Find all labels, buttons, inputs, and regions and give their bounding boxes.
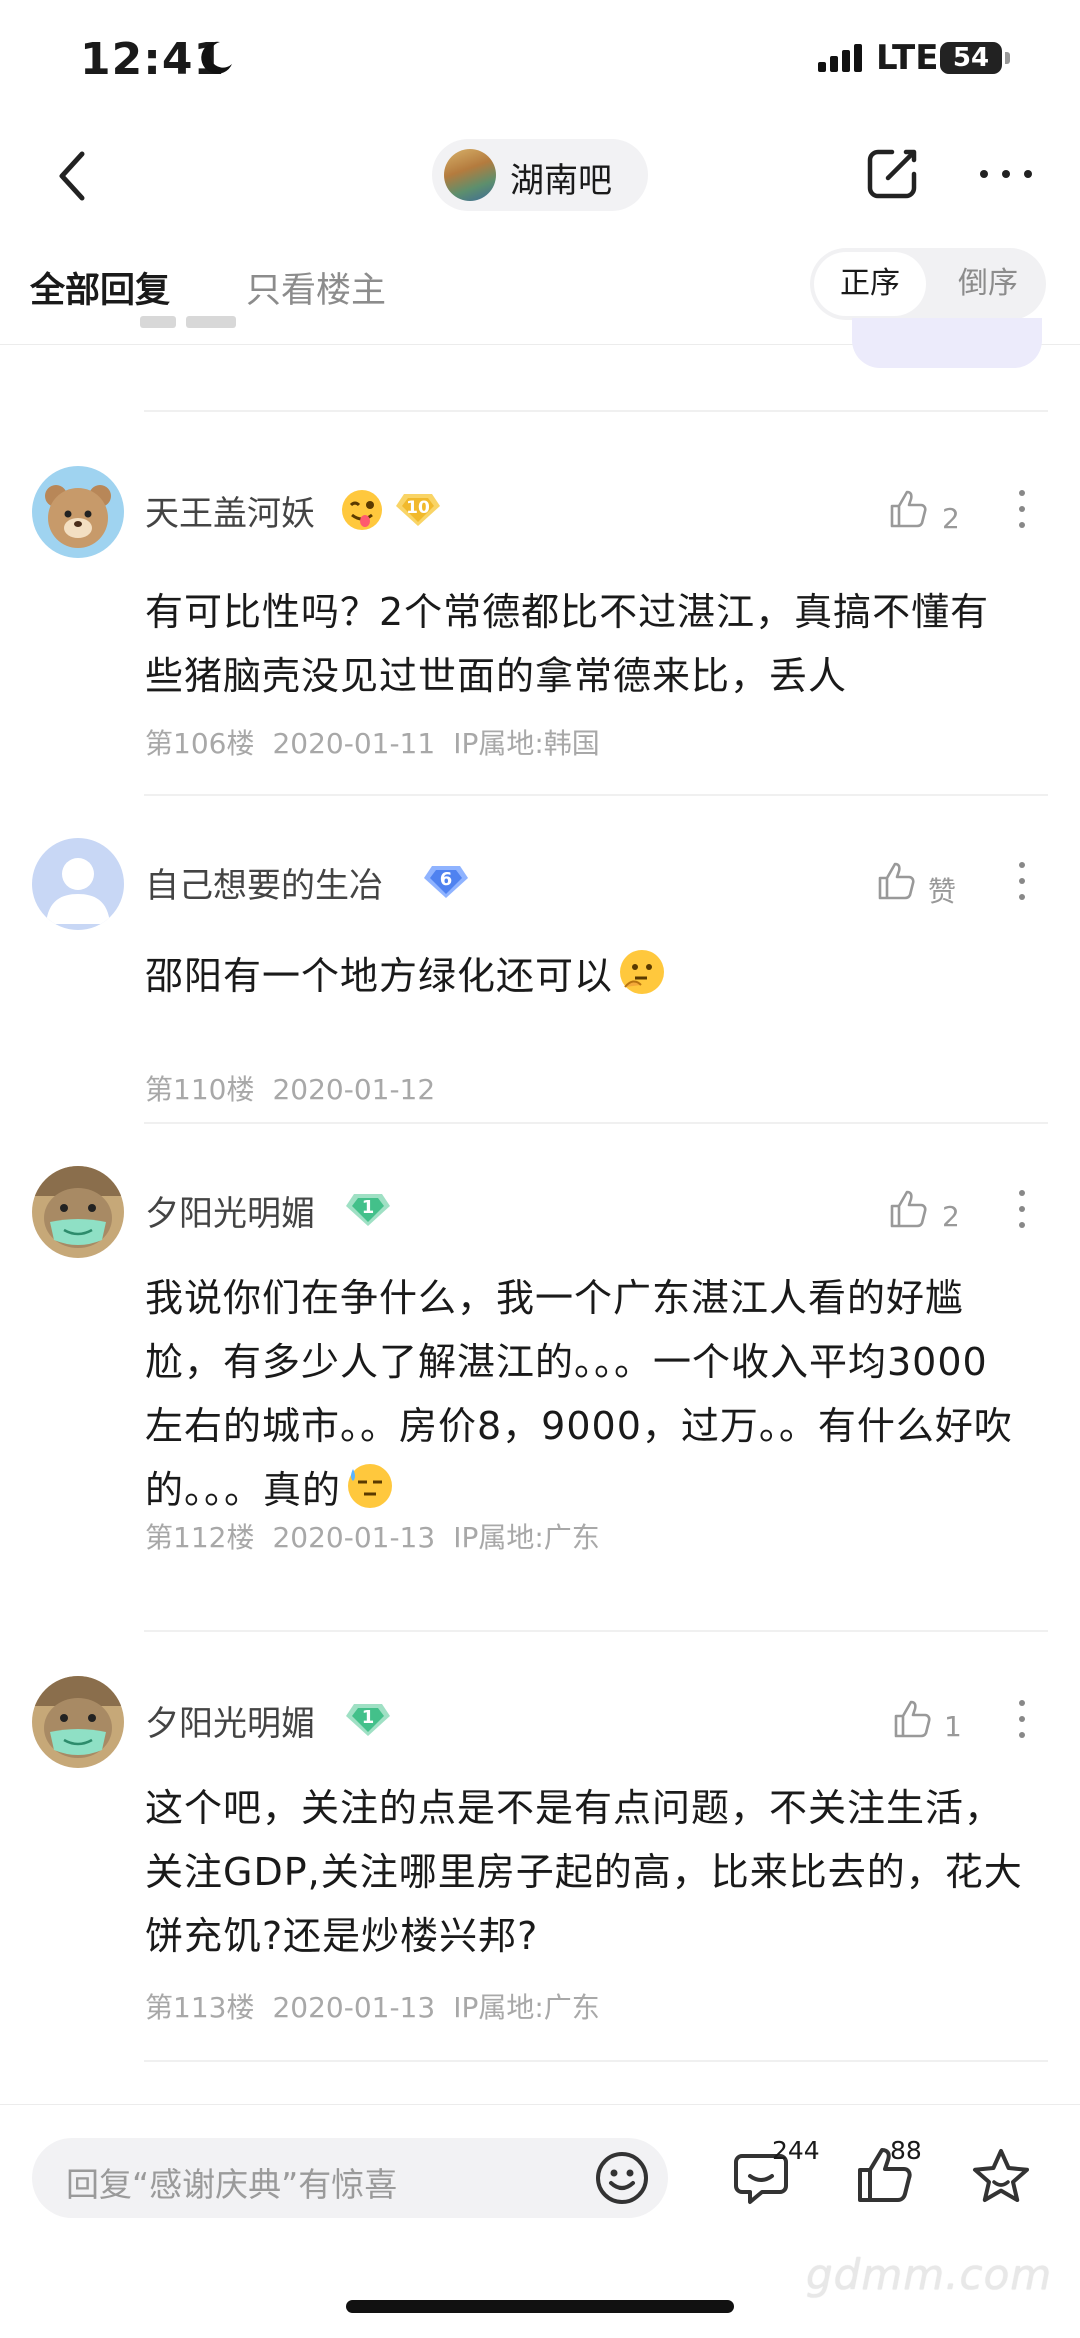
reply-content: 这个吧，关注的点是不是有点问题，不关注生活，关注GDP,关注哪里房子起的高，比来… — [145, 1786, 1023, 1958]
like-count: 2 — [942, 1200, 960, 1233]
reply-meta: 第110楼 2020-01-12 — [145, 1068, 453, 1108]
moon-icon — [201, 41, 232, 74]
tab-host-only[interactable]: 只看楼主 — [246, 262, 386, 313]
ip-location: IP属地:广东 — [453, 1521, 600, 1554]
forum-avatar — [444, 149, 496, 201]
more-dots-icon[interactable] — [1016, 490, 1028, 534]
reply-content: 邵阳有一个地方绿化还可以 — [145, 944, 1025, 1008]
like-count: 88 — [890, 2136, 922, 2165]
battery-indicator: 54 — [940, 42, 1010, 74]
reply-meta: 第106楼 2020-01-11 IP属地:韩国 — [145, 722, 618, 762]
more-dots-icon[interactable] — [976, 164, 1036, 184]
level-number: 6 — [439, 869, 453, 890]
username[interactable]: 天王盖河妖 — [145, 486, 315, 535]
order-toggle: 正序 倒序 — [810, 248, 1046, 320]
divider — [144, 2060, 1048, 2062]
avatar[interactable] — [32, 1166, 124, 1258]
thumbs-up-icon[interactable] — [876, 860, 916, 902]
forum-name-button[interactable]: 湖南吧 — [432, 139, 648, 211]
floor-number: 第112楼 — [145, 1521, 255, 1554]
winking-tongue-emoji-icon — [342, 490, 382, 530]
reply-date: 2020-01-12 — [272, 1073, 436, 1106]
level-number: 10 — [406, 498, 430, 518]
reply-placeholder: 回复“感谢庆典”有惊喜 — [66, 2165, 398, 2204]
order-desc-button[interactable]: 倒序 — [934, 252, 1042, 316]
divider — [144, 794, 1048, 796]
username[interactable]: 夕阳光明媚 — [145, 1696, 315, 1745]
ip-location: IP属地:广东 — [453, 1991, 600, 2024]
floor-number: 第110楼 — [145, 1073, 255, 1106]
more-dots-icon[interactable] — [1016, 862, 1028, 906]
level-number: 1 — [361, 1707, 375, 1728]
reply-content: 有可比性吗？2个常德都比不过湛江，真搞不懂有些猪脑壳没见过世面的拿常德来比，丢人 — [145, 590, 990, 698]
more-dots-icon[interactable] — [1016, 1700, 1028, 1744]
reply-content: 我说你们在争什么，我一个广东湛江人看的好尴尬，有多少人了解湛江的。。。一个收入平… — [145, 1266, 1025, 1522]
star-icon[interactable] — [970, 2146, 1032, 2206]
network-type: LTE — [876, 38, 939, 78]
sweat-smile-emoji-icon — [348, 1464, 393, 1508]
level-number: 1 — [361, 1197, 375, 1218]
avatar[interactable] — [32, 838, 124, 930]
reply-date: 2020-01-13 — [272, 1521, 436, 1554]
reply-date: 2020-01-13 — [272, 1991, 436, 2024]
tab-all-replies[interactable]: 全部回复 — [30, 262, 170, 313]
thumbs-up-icon[interactable] — [888, 1188, 928, 1230]
chevron-left-icon[interactable] — [52, 148, 92, 204]
reply-meta: 第113楼 2020-01-13 IP属地:广东 — [145, 1986, 618, 2026]
more-dots-icon[interactable] — [1016, 1190, 1028, 1234]
clipped-button — [852, 318, 1042, 368]
floor-number: 第106楼 — [145, 727, 255, 760]
divider — [144, 410, 1048, 412]
reply-input[interactable]: 回复“感谢庆典”有惊喜 — [32, 2138, 668, 2218]
watermark: gdmm.com — [806, 2250, 1053, 2299]
home-indicator — [346, 2300, 734, 2313]
smile-icon[interactable] — [594, 2150, 650, 2206]
comment-count: 244 — [772, 2136, 820, 2165]
like-label[interactable]: 赞 — [928, 870, 956, 910]
avatar[interactable] — [32, 466, 124, 558]
like-count: 1 — [944, 1710, 962, 1743]
reply-date: 2020-01-11 — [272, 727, 436, 760]
reply-text: 我说你们在争什么，我一个广东湛江人看的好尴尬，有多少人了解湛江的。。。一个收入平… — [145, 1276, 1013, 1512]
username[interactable]: 自己想要的生冶 — [145, 858, 383, 907]
divider — [144, 1122, 1048, 1124]
order-asc-button[interactable]: 正序 — [814, 252, 926, 316]
thumbs-up-icon[interactable] — [888, 488, 928, 530]
reply-text: 邵阳有一个地方绿化还可以 — [145, 954, 614, 998]
username[interactable]: 夕阳光明媚 — [145, 1186, 315, 1235]
forum-name: 湖南吧 — [510, 161, 612, 201]
thinking-emoji-icon — [620, 950, 665, 994]
reply-meta: 第112楼 2020-01-13 IP属地:广东 — [145, 1516, 618, 1556]
ip-location: IP属地:韩国 — [453, 727, 600, 760]
divider — [144, 1630, 1048, 1632]
floor-number: 第113楼 — [145, 1991, 255, 2024]
edit-icon[interactable] — [862, 144, 922, 204]
avatar[interactable] — [32, 1676, 124, 1768]
like-count: 2 — [942, 502, 960, 535]
cellular-signal-icon — [818, 44, 866, 72]
thumbs-up-icon[interactable] — [892, 1698, 932, 1740]
clipped-text — [140, 316, 300, 334]
